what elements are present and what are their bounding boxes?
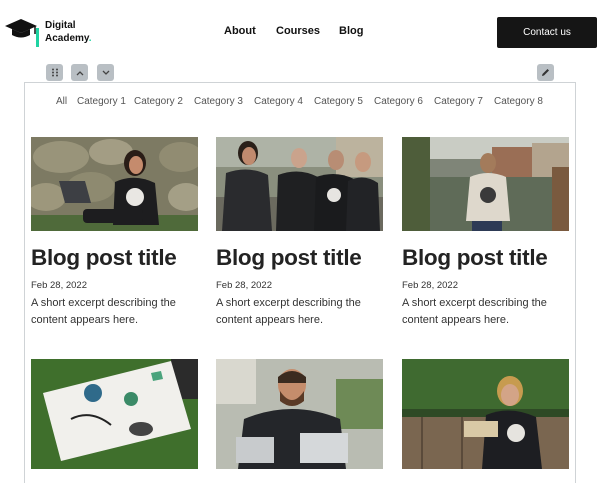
post-date: Feb 28, 2022: [402, 280, 458, 291]
post-excerpt: A short excerpt describing the content a…: [31, 297, 176, 326]
category-7[interactable]: Category 7: [434, 96, 483, 107]
edit-button[interactable]: [537, 64, 554, 81]
chevron-up-icon: [76, 70, 83, 75]
post-date: Feb 28, 2022: [31, 280, 87, 291]
move-up-button[interactable]: [71, 64, 88, 81]
site-header: Digital Academy. About Courses Blog Cont…: [0, 0, 600, 62]
category-all[interactable]: All: [56, 96, 67, 107]
post-image[interactable]: [216, 359, 383, 469]
post-date: Feb 28, 2022: [216, 280, 272, 291]
category-4[interactable]: Category 4: [254, 96, 303, 107]
post-excerpt: A short excerpt describing the content a…: [216, 297, 361, 326]
post-image[interactable]: [216, 137, 383, 231]
contact-button[interactable]: Contact us: [497, 17, 597, 48]
logo-line-1: Digital: [45, 20, 76, 31]
move-down-button[interactable]: [97, 64, 114, 81]
category-3[interactable]: Category 3: [194, 96, 243, 107]
post-image[interactable]: [402, 137, 569, 231]
category-2[interactable]: Category 2: [134, 96, 183, 107]
post-excerpt: A short excerpt describing the content a…: [402, 297, 547, 326]
nav-blog[interactable]: Blog: [339, 25, 363, 37]
category-5[interactable]: Category 5: [314, 96, 363, 107]
logo-dot: .: [88, 33, 92, 44]
post-title[interactable]: Blog post title: [402, 245, 548, 271]
drag-handle-button[interactable]: [46, 64, 63, 81]
logo-text: Digital Academy.: [45, 19, 92, 45]
nav-about[interactable]: About: [224, 25, 256, 37]
nav-courses[interactable]: Courses: [276, 25, 320, 37]
post-image[interactable]: [31, 137, 198, 231]
chevron-down-icon: [102, 70, 109, 75]
category-6[interactable]: Category 6: [374, 96, 423, 107]
logo[interactable]: Digital Academy.: [4, 14, 104, 50]
post-image[interactable]: [402, 359, 569, 469]
grip-dots-icon: [51, 68, 58, 77]
post-title[interactable]: Blog post title: [216, 245, 362, 271]
logo-line-2: Academy: [45, 33, 89, 44]
post-title[interactable]: Blog post title: [31, 245, 177, 271]
post-image[interactable]: [31, 359, 198, 469]
category-8[interactable]: Category 8: [494, 96, 543, 107]
category-1[interactable]: Category 1: [77, 96, 126, 107]
graduation-cap-icon: [5, 19, 37, 38]
pencil-icon: [542, 69, 549, 76]
logo-accent-bar: [36, 28, 39, 47]
